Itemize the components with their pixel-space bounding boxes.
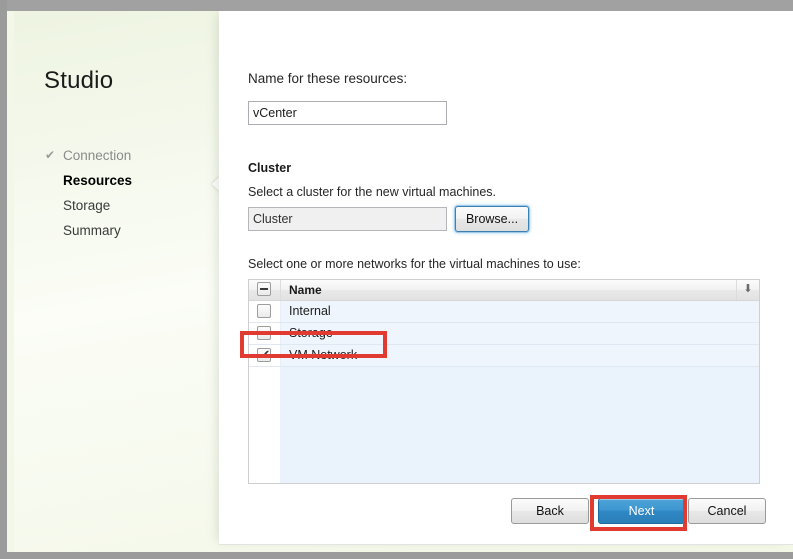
table-row[interactable]: Storage: [249, 323, 759, 345]
sidebar-item-label: Resources: [63, 173, 133, 188]
table-row[interactable]: Internal: [249, 301, 759, 323]
back-button[interactable]: Back: [511, 498, 589, 524]
networks-label: Select one or more networks for the virt…: [248, 257, 581, 271]
list-header-row: Name ⬇: [249, 280, 759, 301]
row-network-name: Internal: [289, 304, 331, 318]
sidebar-item-resources[interactable]: Resources: [45, 168, 215, 193]
networks-list[interactable]: Name ⬇ Internal Storage ✔ VM Network: [248, 279, 760, 484]
cluster-helper-text: Select a cluster for the new virtual mac…: [248, 185, 497, 199]
row-checkbox-checked[interactable]: ✔: [257, 347, 271, 362]
table-row[interactable]: ✔ VM Network: [249, 345, 759, 367]
column-header-name[interactable]: Name: [281, 280, 737, 300]
wizard-window: Studio ✔ Connection Resources Storage Su…: [0, 0, 793, 559]
wizard-step-list: ✔ Connection Resources Storage Summary: [45, 143, 215, 243]
next-button[interactable]: Next: [598, 498, 685, 524]
select-all-header-cell[interactable]: [249, 280, 281, 300]
sidebar-item-summary[interactable]: Summary: [45, 218, 215, 243]
cancel-button[interactable]: Cancel: [688, 498, 766, 524]
cluster-heading: Cluster: [248, 161, 292, 175]
browse-button[interactable]: Browse...: [455, 206, 529, 232]
sidebar-item-storage[interactable]: Storage: [45, 193, 215, 218]
resource-name-label: Name for these resources:: [248, 71, 408, 86]
indeterminate-glyph-icon: [260, 288, 268, 290]
row-checkbox[interactable]: [257, 304, 271, 318]
sidebar-item-label: Storage: [63, 198, 111, 213]
row-checkbox[interactable]: [257, 326, 271, 340]
row-checkbox-cell[interactable]: [249, 323, 281, 344]
sort-descending-icon[interactable]: ⬇: [736, 280, 759, 300]
check-icon: ✔: [45, 148, 56, 162]
sidebar-item-connection[interactable]: ✔ Connection: [45, 143, 215, 168]
checkmark-icon: ✔: [259, 347, 271, 362]
row-network-name: Storage: [289, 326, 333, 340]
cluster-input[interactable]: Cluster: [248, 207, 447, 231]
wizard-canvas: Studio ✔ Connection Resources Storage Su…: [14, 11, 793, 552]
sidebar-item-label: Connection: [63, 148, 132, 163]
select-all-checkbox[interactable]: [257, 282, 271, 296]
row-network-name: VM Network: [289, 348, 358, 362]
window-titlebar: [7, 0, 793, 11]
resource-name-input[interactable]: vCenter: [248, 101, 447, 125]
row-checkbox-cell[interactable]: [249, 301, 281, 322]
row-checkbox-cell[interactable]: ✔: [249, 345, 281, 366]
app-title: Studio: [44, 67, 114, 94]
sidebar-item-label: Summary: [63, 223, 121, 238]
content-panel: Name for these resources: vCenter Cluste…: [219, 11, 793, 545]
